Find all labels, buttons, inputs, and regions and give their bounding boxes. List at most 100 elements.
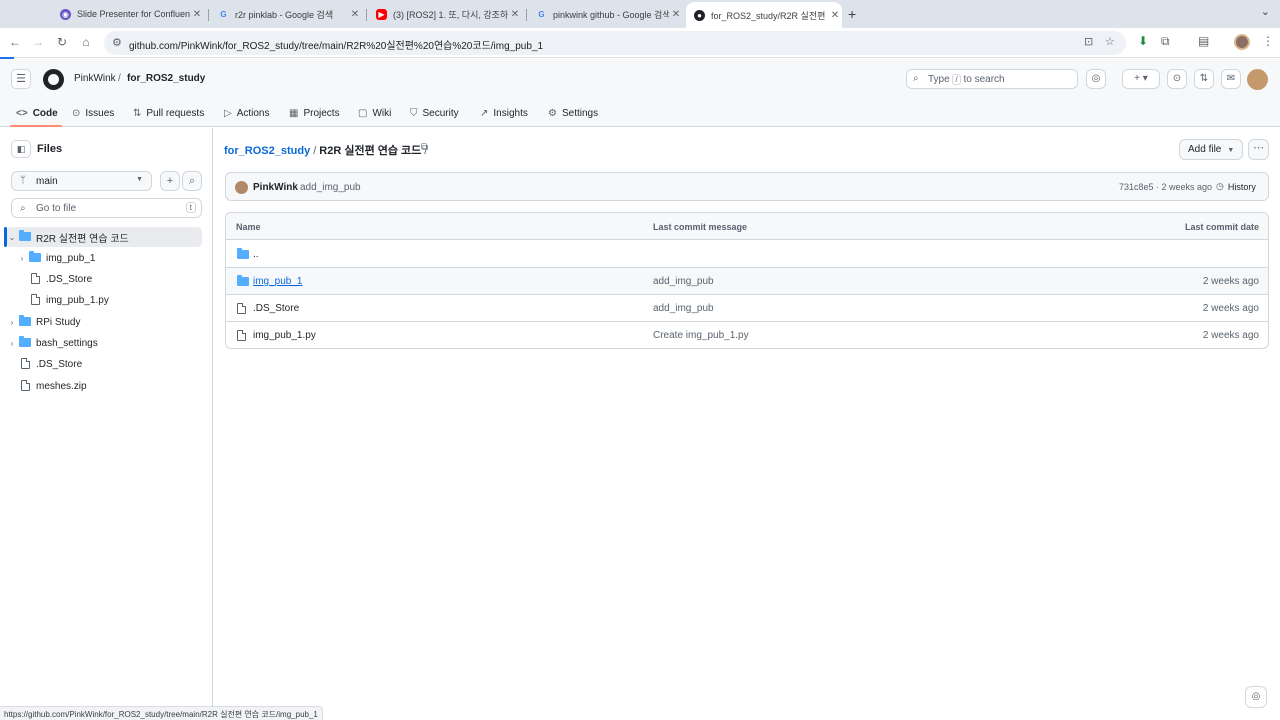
bookmark-star-icon[interactable]: ☆	[1105, 35, 1115, 48]
chevron-right-icon[interactable]: ›	[16, 254, 28, 263]
site-info-icon[interactable]: ⚙	[112, 36, 122, 49]
close-tab-icon[interactable]: ✕	[508, 9, 522, 20]
browser-menu-icon[interactable]: ⋮	[1262, 34, 1274, 48]
browser-tab-r2r-search[interactable]: G r2r pinklab - Google 검색 ✕	[210, 4, 362, 24]
table-row[interactable]: .DS_Store add_img_pub 2 weeks ago	[226, 295, 1268, 322]
tab-wiki[interactable]: ▢ Wiki	[358, 105, 391, 121]
home-icon[interactable]: ⌂	[78, 35, 94, 49]
chevron-down-icon[interactable]: ⌄	[6, 233, 18, 242]
tab-pull-requests[interactable]: ⇅ Pull requests	[133, 105, 204, 121]
close-tab-icon[interactable]: ✕	[669, 9, 683, 20]
tree-item-r2r-folder[interactable]: ⌄ R2R 실전편 연습 코드	[4, 227, 202, 247]
tree-item-img-pub-1-py[interactable]: img_pub_1.py	[6, 290, 202, 310]
folder-icon	[29, 251, 41, 263]
breadcrumb-separator: /	[118, 73, 121, 84]
latest-commit-bar: PinkWink add_img_pub 731c8e5 · 2 weeks a…	[225, 172, 1269, 201]
graph-icon: ↗	[480, 107, 489, 119]
forward-icon[interactable]: →	[30, 35, 46, 49]
issues-icon[interactable]: ⊙	[1167, 69, 1187, 89]
side-panel-icon[interactable]: ▤	[1198, 34, 1209, 48]
browser-toolbar: ← → ↻ ⌂ ⚙ github.com/PinkWink/for_ROS2_s…	[0, 28, 1280, 58]
github-logo-icon[interactable]	[43, 69, 64, 90]
chevron-right-icon[interactable]: ›	[6, 318, 18, 327]
tab-issues[interactable]: ⊙ Issues	[72, 105, 114, 121]
file-icon	[20, 380, 30, 392]
close-tab-icon[interactable]: ✕	[828, 10, 842, 21]
browser-tab-github-active[interactable]: ● for_ROS2_study/R2R 실전편 연 ✕	[686, 2, 842, 28]
repo-link[interactable]: for_ROS2_study	[127, 73, 205, 84]
new-tab-icon[interactable]: +	[848, 6, 856, 22]
copilot-icon[interactable]: ◎	[1086, 69, 1106, 89]
gear-icon: ⚙	[548, 107, 557, 119]
commit-author[interactable]: PinkWink	[253, 182, 298, 193]
install-app-icon[interactable]: ⊡	[1084, 35, 1093, 48]
code-icon: <>	[16, 107, 28, 119]
user-avatar[interactable]	[1247, 69, 1268, 90]
extensions-icon[interactable]: ⧉	[1161, 34, 1170, 49]
browser-tab-slide-presenter[interactable]: ◉ Slide Presenter for Confluence ✕	[52, 4, 204, 24]
issue-opened-icon: ⊙	[72, 107, 81, 119]
search-icon: ⌕	[913, 73, 919, 84]
file-path-breadcrumb: for_ROS2_study / R2R 실전편 연습 코드 /	[224, 145, 428, 157]
tree-item-bash-settings[interactable]: › bash_settings	[6, 333, 202, 353]
chevron-right-icon[interactable]: ›	[6, 339, 18, 348]
more-options-icon[interactable]: ⋯	[1248, 139, 1269, 160]
tree-item-rpi-study[interactable]: › RPi Study	[6, 312, 202, 332]
table-row[interactable]: img_pub_1.py Create img_pub_1.py 2 weeks…	[226, 322, 1268, 348]
tab-security[interactable]: ⛉ Security	[410, 105, 459, 121]
commit-message[interactable]: add_img_pub	[300, 182, 361, 193]
create-new-button[interactable]: + ▾	[1122, 69, 1160, 89]
file-icon	[30, 294, 40, 306]
table-row-parent-dir[interactable]: ..	[226, 241, 1268, 268]
collapse-sidebar-icon[interactable]: ◧	[11, 140, 31, 158]
tab-insights[interactable]: ↗ Insights	[480, 105, 528, 121]
history-button[interactable]: ◷ History	[1216, 181, 1256, 192]
commit-author-avatar[interactable]	[235, 181, 248, 194]
inbox-icon[interactable]: ✉	[1221, 69, 1241, 89]
add-file-button[interactable]: Add file ▼	[1179, 139, 1243, 160]
browser-tab-youtube[interactable]: ▶ (3) [ROS2] 1. 또, 다시, 강조하는 ✕	[368, 4, 522, 24]
close-tab-icon[interactable]: ✕	[348, 9, 362, 20]
tree-item-img-pub-1[interactable]: › img_pub_1	[6, 248, 202, 268]
google-icon: G	[220, 9, 227, 19]
tab-actions[interactable]: ▷ Actions	[224, 105, 270, 121]
commit-hash-age[interactable]: 731c8e5 · 2 weeks ago	[1119, 182, 1212, 192]
tree-item-meshes-zip[interactable]: meshes.zip	[6, 376, 202, 396]
search-icon: ⌕	[20, 203, 26, 214]
search-icon[interactable]: ⌕	[182, 171, 202, 191]
go-to-file-input[interactable]: ⌕ Go to file t	[11, 198, 202, 218]
download-icon[interactable]: ⬇	[1138, 34, 1148, 48]
search-input[interactable]: ⌕ Type / to search	[906, 69, 1078, 89]
url-text[interactable]: github.com/PinkWink/for_ROS2_study/tree/…	[129, 37, 543, 52]
table-row[interactable]: img_pub_1 add_img_pub 2 weeks ago	[226, 268, 1268, 295]
add-file-icon[interactable]: +	[160, 171, 180, 191]
tree-item-ds-store[interactable]: .DS_Store	[6, 269, 202, 289]
back-icon[interactable]: ←	[7, 35, 23, 49]
browser-profile-avatar[interactable]	[1234, 34, 1250, 50]
file-icon	[237, 330, 246, 341]
branch-selector-button[interactable]: ᛘ main ▼	[11, 171, 152, 191]
tab-code[interactable]: <> Code	[16, 105, 58, 121]
path-root-link[interactable]: for_ROS2_study	[224, 145, 310, 157]
link-status-bar: https://github.com/PinkWink/for_ROS2_stu…	[0, 706, 323, 720]
tree-item-root-ds-store[interactable]: .DS_Store	[6, 354, 202, 374]
tab-projects[interactable]: ▦ Projects	[289, 105, 340, 121]
pull-requests-icon[interactable]: ⇅	[1194, 69, 1214, 89]
address-bar[interactable]: ⚙ github.com/PinkWink/for_ROS2_study/tre…	[104, 31, 1126, 55]
folder-icon	[19, 315, 31, 327]
shield-icon: ⛉	[410, 107, 418, 119]
git-pull-request-icon: ⇅	[133, 107, 142, 119]
copilot-chat-icon[interactable]: ◎	[1245, 686, 1267, 708]
close-tab-icon[interactable]: ✕	[190, 9, 204, 20]
confluence-slide-icon: ◉	[60, 8, 71, 20]
tab-settings[interactable]: ⚙ Settings	[548, 105, 598, 121]
browser-tab-pinkwink-search[interactable]: G pinkwink github - Google 검색 ✕	[528, 4, 683, 24]
copy-path-icon[interactable]: ⧉	[421, 142, 428, 153]
file-table: Name Last commit message Last commit dat…	[225, 212, 1269, 349]
owner-link[interactable]: PinkWink	[74, 73, 116, 84]
tab-search-chevron-icon[interactable]: ⌄	[1261, 5, 1270, 18]
sidebar-title: Files	[37, 143, 63, 155]
reload-icon[interactable]: ↻	[54, 35, 70, 49]
selected-tab-underline	[10, 125, 62, 127]
hamburger-menu-icon[interactable]: ☰	[11, 69, 31, 89]
